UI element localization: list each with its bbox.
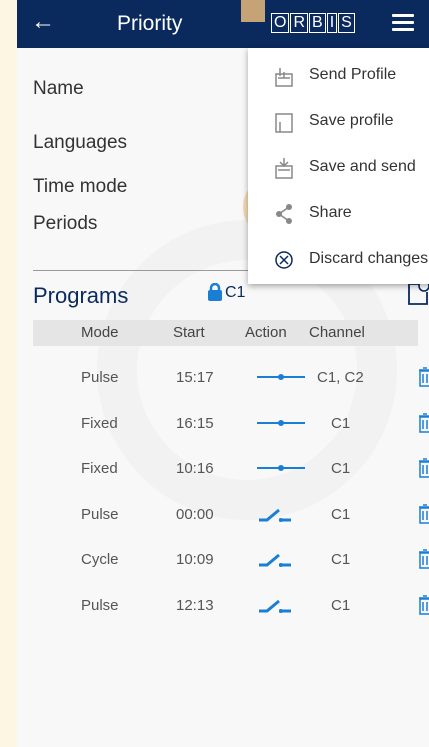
program-mode: Fixed	[81, 460, 118, 477]
relay-closed-icon	[257, 419, 305, 426]
program-mode: Pulse	[81, 505, 119, 523]
program-start: 10:09	[176, 551, 214, 568]
program-row[interactable]: Pulse 12:13 C1	[33, 585, 429, 629]
send-profile-icon	[275, 68, 293, 87]
column-header-start: Start	[173, 324, 205, 341]
menu-item-send-profile[interactable]: Send Profile	[248, 52, 429, 98]
menu-item-save-profile[interactable]: Save profile	[248, 98, 429, 144]
save-and-send-icon	[275, 158, 293, 179]
logo-letter: O	[271, 13, 290, 33]
program-mode: Pulse	[81, 369, 119, 386]
program-channel: C1	[331, 596, 351, 614]
name-label[interactable]: Name	[33, 78, 84, 100]
menu-item-share[interactable]: Share	[248, 190, 429, 236]
logo-letter: S	[338, 13, 355, 33]
program-row[interactable]: Pulse 00:00 C1	[33, 494, 429, 538]
delete-trash-icon[interactable]	[418, 549, 429, 569]
program-row[interactable]: Fixed 16:15 C1	[33, 403, 429, 447]
share-icon	[276, 204, 292, 224]
discard-icon	[275, 251, 293, 269]
program-channel: C1	[331, 551, 351, 568]
delete-trash-icon[interactable]	[418, 367, 429, 387]
program-mode: Pulse	[81, 596, 119, 614]
logo-letter: I	[326, 13, 338, 33]
languages-label[interactable]: Languages	[33, 132, 127, 154]
options-menu: Send Profile Save profile Save and send …	[248, 48, 429, 284]
menu-item-label: Save and send	[309, 158, 416, 175]
programs-title: Programs	[33, 283, 129, 308]
program-start: 16:15	[176, 414, 214, 432]
logo-letter: R	[290, 13, 309, 33]
column-header-channel: Channel	[309, 324, 365, 341]
logo-letter: B	[309, 13, 326, 33]
column-header-mode: Mode	[81, 324, 119, 341]
menu-item-label: Share	[309, 204, 352, 221]
top-bar: ← Priority O R B I S	[17, 0, 429, 48]
save-profile-icon	[275, 113, 293, 133]
time-mode-label[interactable]: Time mode	[33, 176, 127, 198]
app-screen: ← Priority O R B I S Name Languages Time…	[17, 0, 429, 747]
program-mode: Fixed	[81, 414, 118, 432]
lock-channel-label: C1	[225, 284, 246, 301]
program-mode: Cycle	[81, 551, 119, 568]
program-row[interactable]: Cycle 10:09 C1	[33, 539, 429, 583]
menu-item-label: Save profile	[309, 112, 394, 129]
relay-open-icon	[259, 508, 291, 522]
programs-table-header: Mode Start Action Channel	[33, 320, 418, 346]
lock-icon[interactable]	[207, 283, 223, 301]
program-channel: C1	[331, 414, 351, 432]
program-start: 00:00	[176, 505, 214, 523]
column-header-action: Action	[245, 324, 287, 341]
menu-item-save-and-send[interactable]: Save and send	[248, 144, 429, 190]
relay-closed-icon	[257, 465, 305, 471]
program-channel: C1	[331, 460, 351, 477]
periods-label[interactable]: Periods	[33, 213, 97, 235]
delete-trash-icon[interactable]	[418, 503, 429, 524]
delete-trash-icon[interactable]	[418, 412, 429, 433]
hamburger-menu-icon[interactable]	[392, 14, 414, 35]
program-row[interactable]: Fixed 10:16 C1	[33, 448, 429, 492]
page-title: Priority	[117, 12, 183, 35]
relay-closed-icon	[257, 374, 305, 380]
back-arrow-icon[interactable]: ←	[31, 10, 55, 34]
program-start: 12:13	[176, 596, 214, 614]
touch-indicator	[241, 0, 265, 22]
program-start: 10:16	[176, 460, 214, 477]
menu-item-discard-changes[interactable]: Discard changes	[248, 236, 429, 282]
program-row[interactable]: Pulse 15:17 C1, C2	[33, 357, 429, 401]
relay-open-icon	[259, 553, 291, 567]
program-start: 15:17	[176, 369, 214, 386]
delete-trash-icon[interactable]	[418, 594, 429, 615]
menu-item-label: Send Profile	[309, 66, 397, 83]
orbis-logo: O R B I S	[271, 13, 355, 33]
program-channel: C1	[331, 505, 351, 523]
relay-open-icon	[259, 599, 291, 613]
delete-trash-icon[interactable]	[418, 458, 429, 478]
program-channel: C1, C2	[317, 369, 364, 386]
menu-item-label: Discard changes	[309, 250, 429, 267]
